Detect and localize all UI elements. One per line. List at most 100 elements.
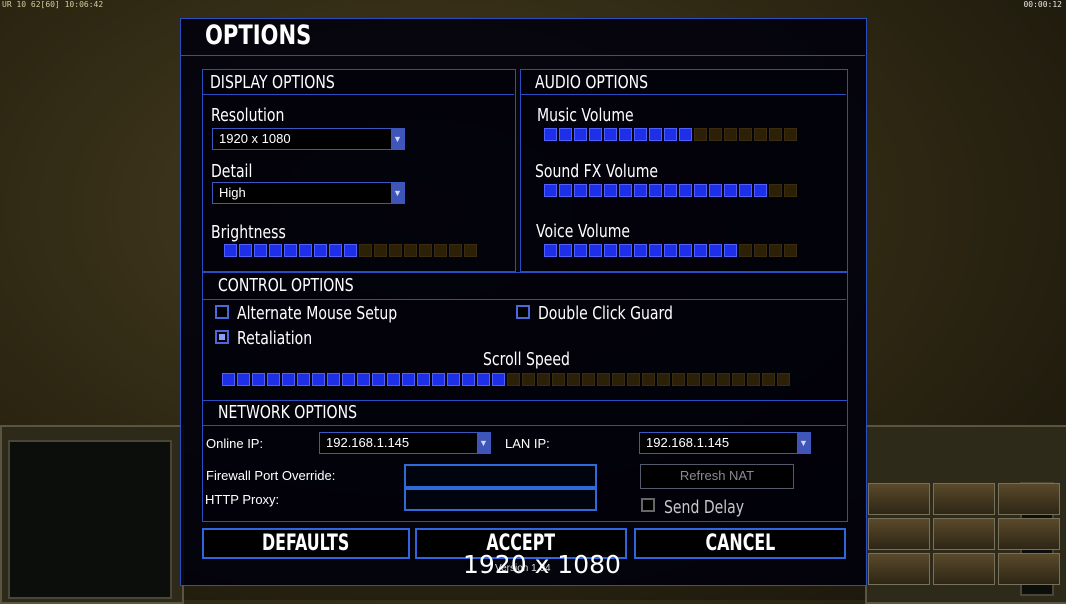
slider-segment-empty [769,128,782,141]
slider-segment-filled [372,373,385,386]
slider-segment-filled [492,373,505,386]
slider-segment-filled [269,244,282,257]
voice-volume-label: Voice Volume [536,221,631,242]
slider-segment-empty [784,184,797,197]
detail-value: High [219,185,246,200]
slider-segment-empty [464,244,477,257]
slider-segment-filled [357,373,370,386]
slider-segment-empty [784,128,797,141]
detail-select[interactable]: High ▼ [212,182,405,204]
slider-segment-filled [709,244,722,257]
slider-segment-filled [679,244,692,257]
slider-segment-filled [267,373,280,386]
online-ip-label: Online IP: [206,436,264,451]
slider-segment-empty [537,373,550,386]
scroll-speed-label: Scroll Speed [483,349,570,370]
dialog-title: OPTIONS [205,20,312,51]
slider-segment-filled [619,244,632,257]
slider-segment-filled [649,128,662,141]
brightness-slider[interactable] [224,244,477,257]
slider-segment-filled [574,128,587,141]
slider-segment-filled [544,184,557,197]
music-volume-slider[interactable] [544,128,797,141]
http-proxy-input[interactable] [404,488,597,511]
send-delay-checkbox[interactable] [641,498,655,512]
slider-segment-filled [252,373,265,386]
slider-segment-empty [709,128,722,141]
slider-segment-filled [604,128,617,141]
unit-thumb [933,553,995,585]
slider-segment-filled [387,373,400,386]
resolution-overlay-text: 1920 x 1080 [463,550,621,579]
slider-segment-filled [634,184,647,197]
alt-mouse-checkbox[interactable] [215,305,229,319]
resolution-select[interactable]: 1920 x 1080 ▼ [212,128,405,150]
music-volume-label: Music Volume [537,105,634,126]
online-ip-value: 192.168.1.145 [326,435,410,450]
cancel-button[interactable]: CANCEL [634,528,846,559]
slider-segment-empty [739,244,752,257]
slider-segment-empty [657,373,670,386]
slider-segment-empty [627,373,640,386]
lan-ip-select[interactable]: 192.168.1.145 ▼ [639,432,811,454]
unit-thumb [868,483,930,515]
voice-volume-slider[interactable] [544,244,797,257]
slider-segment-filled [679,128,692,141]
slider-segment-filled [544,128,557,141]
chevron-down-icon[interactable]: ▼ [797,433,810,453]
slider-segment-filled [664,244,677,257]
slider-segment-filled [432,373,445,386]
unit-thumb [868,518,930,550]
unit-thumb [933,483,995,515]
slider-segment-filled [284,244,297,257]
slider-segment-filled [402,373,415,386]
chevron-down-icon[interactable]: ▼ [477,433,490,453]
slider-segment-empty [582,373,595,386]
slider-segment-filled [649,244,662,257]
slider-segment-empty [687,373,700,386]
slider-segment-filled [589,128,602,141]
slider-segment-filled [709,184,722,197]
retaliation-checkbox[interactable] [215,330,229,344]
cancel-label: CANCEL [705,531,775,556]
slider-segment-filled [664,128,677,141]
slider-segment-empty [694,128,707,141]
control-options-header: CONTROL OPTIONS [218,275,354,296]
slider-segment-filled [544,244,557,257]
slider-segment-empty [507,373,520,386]
chevron-down-icon[interactable]: ▼ [391,183,404,203]
slider-segment-empty [522,373,535,386]
proxy-label: HTTP Proxy: [205,492,280,507]
slider-segment-empty [769,244,782,257]
chevron-down-icon[interactable]: ▼ [391,129,404,149]
online-ip-select[interactable]: 192.168.1.145 ▼ [319,432,491,454]
slider-segment-empty [784,244,797,257]
scroll-speed-slider[interactable] [222,373,790,386]
hud-timer: 00:00:12 [1023,0,1062,9]
game-build-grid [868,483,1060,585]
double-click-checkbox[interactable] [516,305,530,319]
slider-segment-filled [679,184,692,197]
slider-segment-filled [237,373,250,386]
sfx-volume-slider[interactable] [544,184,797,197]
slider-segment-filled [559,128,572,141]
slider-segment-filled [754,184,767,197]
slider-segment-empty [754,128,767,141]
slider-segment-empty [434,244,447,257]
alt-mouse-label: Alternate Mouse Setup [237,303,398,324]
sfx-volume-label: Sound FX Volume [535,161,659,182]
slider-segment-filled [222,373,235,386]
firewall-port-input[interactable] [404,464,597,488]
slider-segment-empty [769,184,782,197]
defaults-button[interactable]: DEFAULTS [202,528,410,559]
slider-segment-filled [724,184,737,197]
refresh-nat-button[interactable]: Refresh NAT [640,464,794,489]
resolution-value: 1920 x 1080 [219,131,291,146]
defaults-label: DEFAULTS [262,531,350,556]
slider-segment-filled [574,244,587,257]
slider-segment-filled [559,244,572,257]
slider-segment-filled [254,244,267,257]
slider-segment-filled [619,184,632,197]
brightness-label: Brightness [211,222,286,243]
slider-segment-empty [359,244,372,257]
